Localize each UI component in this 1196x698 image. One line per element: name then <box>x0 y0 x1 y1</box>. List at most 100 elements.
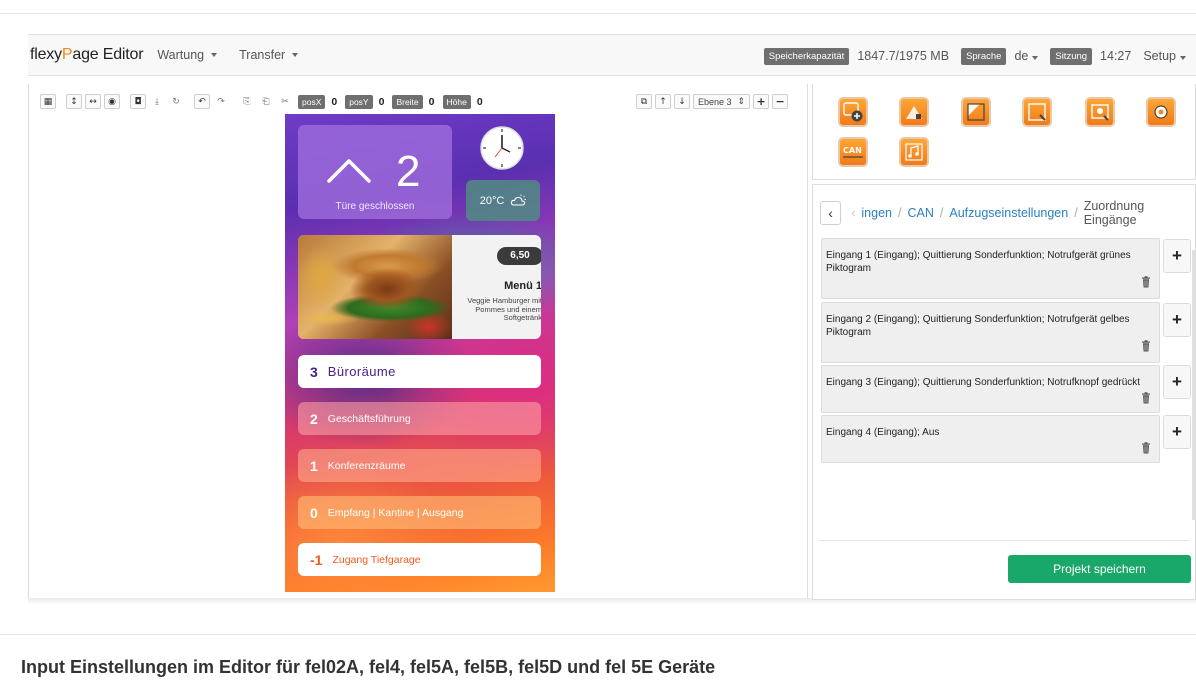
breadcrumb-current: Zuordnung Eingänge <box>1083 199 1145 227</box>
layer-stack-icon[interactable]: ⧉ <box>636 94 652 109</box>
input-entry-1[interactable]: Eingang 1 (Eingang); Quittierung Sonderf… <box>821 238 1160 299</box>
weather-tile[interactable]: 20°C <box>466 180 540 221</box>
trash-icon[interactable] <box>1141 392 1151 404</box>
floor-number: -1 <box>310 551 323 568</box>
trash-icon[interactable] <box>1141 442 1151 454</box>
door-status-label: Türe geschlossen <box>335 201 415 212</box>
add-entry-button-1[interactable]: + <box>1163 239 1191 273</box>
tile-corner-icon[interactable] <box>961 97 991 127</box>
breadcrumb-separator: / <box>898 206 902 220</box>
posx-label: posX <box>298 94 326 109</box>
menu-card[interactable]: 6,50 Menü 1 Veggie Hamburger mit Pommes … <box>298 235 541 339</box>
menu-price: 6,50 <box>497 247 541 265</box>
add-entry-button-2[interactable]: + <box>1163 303 1191 337</box>
menu-wartung[interactable]: Wartung <box>157 48 218 62</box>
add-entry-button-4[interactable]: + <box>1163 415 1191 449</box>
device-preview[interactable]: 2 Türe geschlossen 20°C 6,50 Menü 1 Vegg… <box>285 114 555 592</box>
cut-icon[interactable]: ✂ <box>277 94 293 109</box>
floor-label: Geschäftsführung <box>327 412 411 425</box>
save-project-button[interactable]: Projekt speichern <box>1008 555 1191 583</box>
back-button[interactable]: ‹ <box>820 201 842 225</box>
floor-number: 3 <box>310 363 318 380</box>
chevron-down-icon <box>211 53 218 57</box>
burger-photo <box>298 235 452 339</box>
camera-icon[interactable]: ◘ <box>130 94 146 109</box>
redo-icon[interactable]: ↷ <box>213 94 229 109</box>
floor-number: 0 <box>310 504 318 521</box>
menu-description: Veggie Hamburger mit Pommes und einem So… <box>467 296 541 322</box>
download-icon[interactable]: ⤓ <box>149 94 165 109</box>
breadcrumb-item-aufzug[interactable]: Aufzugseinstellungen <box>949 206 1068 220</box>
arrow-up-icon[interactable]: ↑ <box>655 94 671 109</box>
eye-icon[interactable]: ◉ <box>104 94 120 109</box>
floor-button-1[interactable]: 1 Konferenzräume <box>298 449 541 482</box>
floor-button-0[interactable]: 0 Empfang | Kantine | Ausgang <box>298 496 541 529</box>
height-value: 0 <box>476 95 483 108</box>
navbar-status: Speicherkapazität 1847.7/1975 MB Sprache… <box>763 35 1190 77</box>
setup-label: Setup <box>1143 49 1176 63</box>
breadcrumb-separator: / <box>1074 206 1078 220</box>
trash-icon[interactable] <box>1141 340 1151 352</box>
trash-icon[interactable] <box>1141 276 1151 288</box>
breadcrumb-item-can[interactable]: CAN <box>907 206 933 220</box>
menu-wartung-label: Wartung <box>157 48 205 62</box>
chevron-down-icon <box>292 53 299 57</box>
arrow-down-icon[interactable]: ↓ <box>674 94 690 109</box>
floor-button-minus-1[interactable]: -1 Zugang Tiefgarage <box>298 543 541 576</box>
language-value: de <box>1014 49 1029 63</box>
floor-button-3[interactable]: 3 Büroräume <box>298 355 541 388</box>
tile-music-icon[interactable] <box>899 137 929 167</box>
copy-icon[interactable]: ⎘ <box>239 94 255 109</box>
input-entry-2[interactable]: Eingang 2 (Eingang); Quittierung Sonderf… <box>821 302 1160 363</box>
cloud-sun-icon <box>511 194 527 206</box>
remove-layer-button[interactable]: − <box>772 94 789 109</box>
grid-icon[interactable]: ▦ <box>40 94 56 109</box>
tile-gear-icon[interactable] <box>1146 97 1176 127</box>
tile-can-icon[interactable]: CAN <box>838 137 868 167</box>
tile-add-icon[interactable] <box>838 97 868 127</box>
door-status-tile[interactable]: 2 Türe geschlossen <box>298 125 452 219</box>
layer-select[interactable]: Ebene 3 ⇕ <box>693 94 751 109</box>
figure-caption: Input Einstellungen im Editor für fel02A… <box>21 657 716 677</box>
floor-button-2[interactable]: 2 Geschäftsführung <box>298 402 541 435</box>
tile-settings-icon[interactable] <box>1085 97 1115 127</box>
session-badge: Sitzung <box>1050 47 1093 65</box>
layer-toolbar: ⧉ ↑ ↓ Ebene 3 ⇕ + − <box>636 94 789 109</box>
storage-badge: Speicherkapazität <box>763 47 850 65</box>
clock-icon <box>480 126 524 170</box>
entry-text: Eingang 4 (Eingang); Aus <box>826 427 940 438</box>
entry-text: Eingang 2 (Eingang); Quittierung Sonderf… <box>826 314 1130 338</box>
posx-value: 0 <box>331 95 338 108</box>
editor-toolbar: ▦ ↕ ↔ ◉ ◘ ⤓ ↻ ↶ ↷ ⎘ ⎗ ✂ posX 0 posY 0 Br… <box>40 94 486 109</box>
floor-label: Büroräume <box>327 364 396 379</box>
floor-number: 1 <box>310 457 318 474</box>
door-number: 2 <box>396 147 421 196</box>
input-entry-3[interactable]: Eingang 3 (Eingang); Quittierung Sonderf… <box>821 365 1160 413</box>
entry-text: Eingang 3 (Eingang); Quittierung Sonderf… <box>826 377 1141 388</box>
entry-text: Eingang 1 (Eingang); Quittierung Sonderf… <box>826 250 1131 274</box>
input-entry-4[interactable]: Eingang 4 (Eingang); Aus <box>821 415 1160 463</box>
vertical-resize-icon[interactable]: ↕ <box>66 94 82 109</box>
undo-icon[interactable]: ↶ <box>194 94 210 109</box>
app-brand[interactable]: flexyPage Editor <box>30 46 144 64</box>
tile-palette <box>812 84 1196 180</box>
language-badge: Sprache <box>961 47 1007 65</box>
menu-transfer[interactable]: Transfer <box>239 48 299 62</box>
add-entry-button-3[interactable]: + <box>1163 365 1191 399</box>
updown-icon: ⇕ <box>737 96 746 106</box>
brand-prefix: flexy <box>30 46 62 63</box>
floor-label: Zugang Tiefgarage <box>332 553 421 566</box>
breadcrumb-item-ingen[interactable]: ingen <box>861 206 892 220</box>
chevron-down-icon <box>1032 56 1039 60</box>
panel-scrollbar[interactable] <box>1192 250 1195 520</box>
add-layer-button[interactable]: + <box>753 94 770 109</box>
tile-home-icon[interactable] <box>899 97 929 127</box>
setup-menu[interactable]: Setup <box>1143 49 1186 63</box>
refresh-icon[interactable]: ↻ <box>168 94 184 109</box>
language-dropdown[interactable]: de <box>1014 49 1039 63</box>
paste-icon[interactable]: ⎗ <box>258 94 274 109</box>
menu-title: Menü 1 <box>504 280 541 292</box>
horizontal-resize-icon[interactable]: ↔ <box>85 94 101 109</box>
storage-value: 1847.7/1975 MB <box>857 49 950 63</box>
tile-link-icon[interactable] <box>1022 97 1052 127</box>
